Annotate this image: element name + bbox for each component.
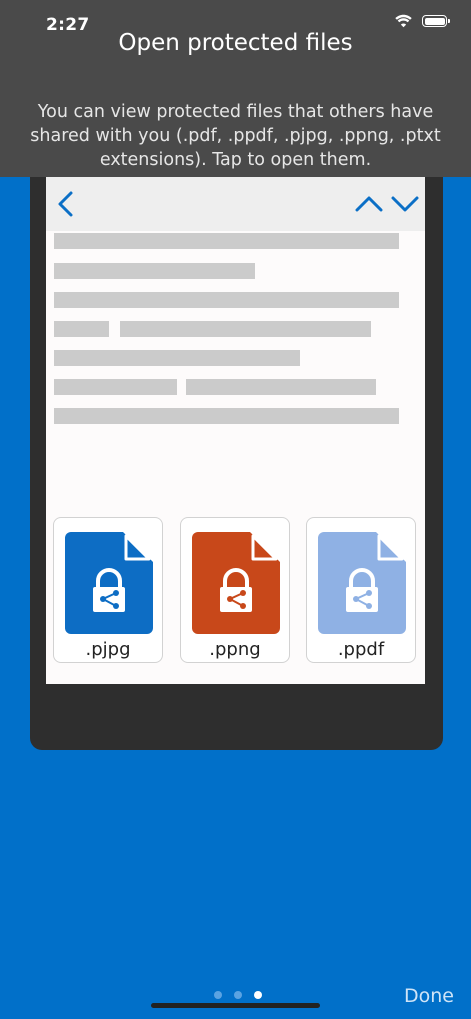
protected-file-icon — [65, 532, 153, 634]
page-dot[interactable] — [234, 991, 242, 999]
home-indicator — [151, 1003, 320, 1008]
file-body — [318, 532, 406, 634]
file-card-ppng[interactable]: .ppng — [180, 517, 290, 663]
chevron-down-icon[interactable] — [390, 193, 420, 215]
status-icons — [394, 14, 450, 28]
placeholder-text-line — [54, 321, 109, 337]
file-body — [192, 532, 280, 634]
page-indicator[interactable] — [214, 991, 262, 999]
intro-panel: 2:27 Open protected files You can view p… — [0, 0, 471, 177]
viewer-toolbar — [46, 177, 425, 231]
file-extension-label: .ppdf — [337, 639, 385, 660]
file-extension-label: .pjpg — [85, 639, 131, 660]
device-illustration: .pjpg .ppng .ppdf — [30, 177, 443, 750]
placeholder-text-line — [120, 321, 371, 337]
page-dot-current[interactable] — [254, 991, 262, 999]
wifi-icon — [395, 14, 412, 28]
file-body — [65, 532, 153, 634]
placeholder-text-line — [54, 263, 255, 279]
placeholder-text-line — [54, 379, 177, 395]
done-button[interactable]: Done — [404, 985, 454, 1007]
placeholder-text-line — [54, 233, 399, 249]
file-card-pjpg[interactable]: .pjpg — [53, 517, 163, 663]
protected-file-icon — [318, 532, 406, 634]
viewer-screen: .pjpg .ppng .ppdf — [46, 177, 425, 684]
placeholder-text-line — [186, 379, 376, 395]
page-title: Open protected files — [118, 30, 353, 56]
protected-file-icon — [192, 532, 280, 634]
placeholder-text-line — [54, 350, 300, 366]
chevron-up-icon[interactable] — [354, 193, 384, 215]
page-dot[interactable] — [214, 991, 222, 999]
file-extension-label: .ppng — [209, 639, 261, 660]
placeholder-text-line — [54, 292, 399, 308]
page-description: You can view protected files that others… — [30, 102, 441, 170]
back-chevron-icon[interactable] — [54, 190, 78, 218]
placeholder-text-line — [54, 408, 399, 424]
file-card-ppdf[interactable]: .ppdf — [306, 517, 416, 663]
battery-icon — [422, 15, 450, 27]
